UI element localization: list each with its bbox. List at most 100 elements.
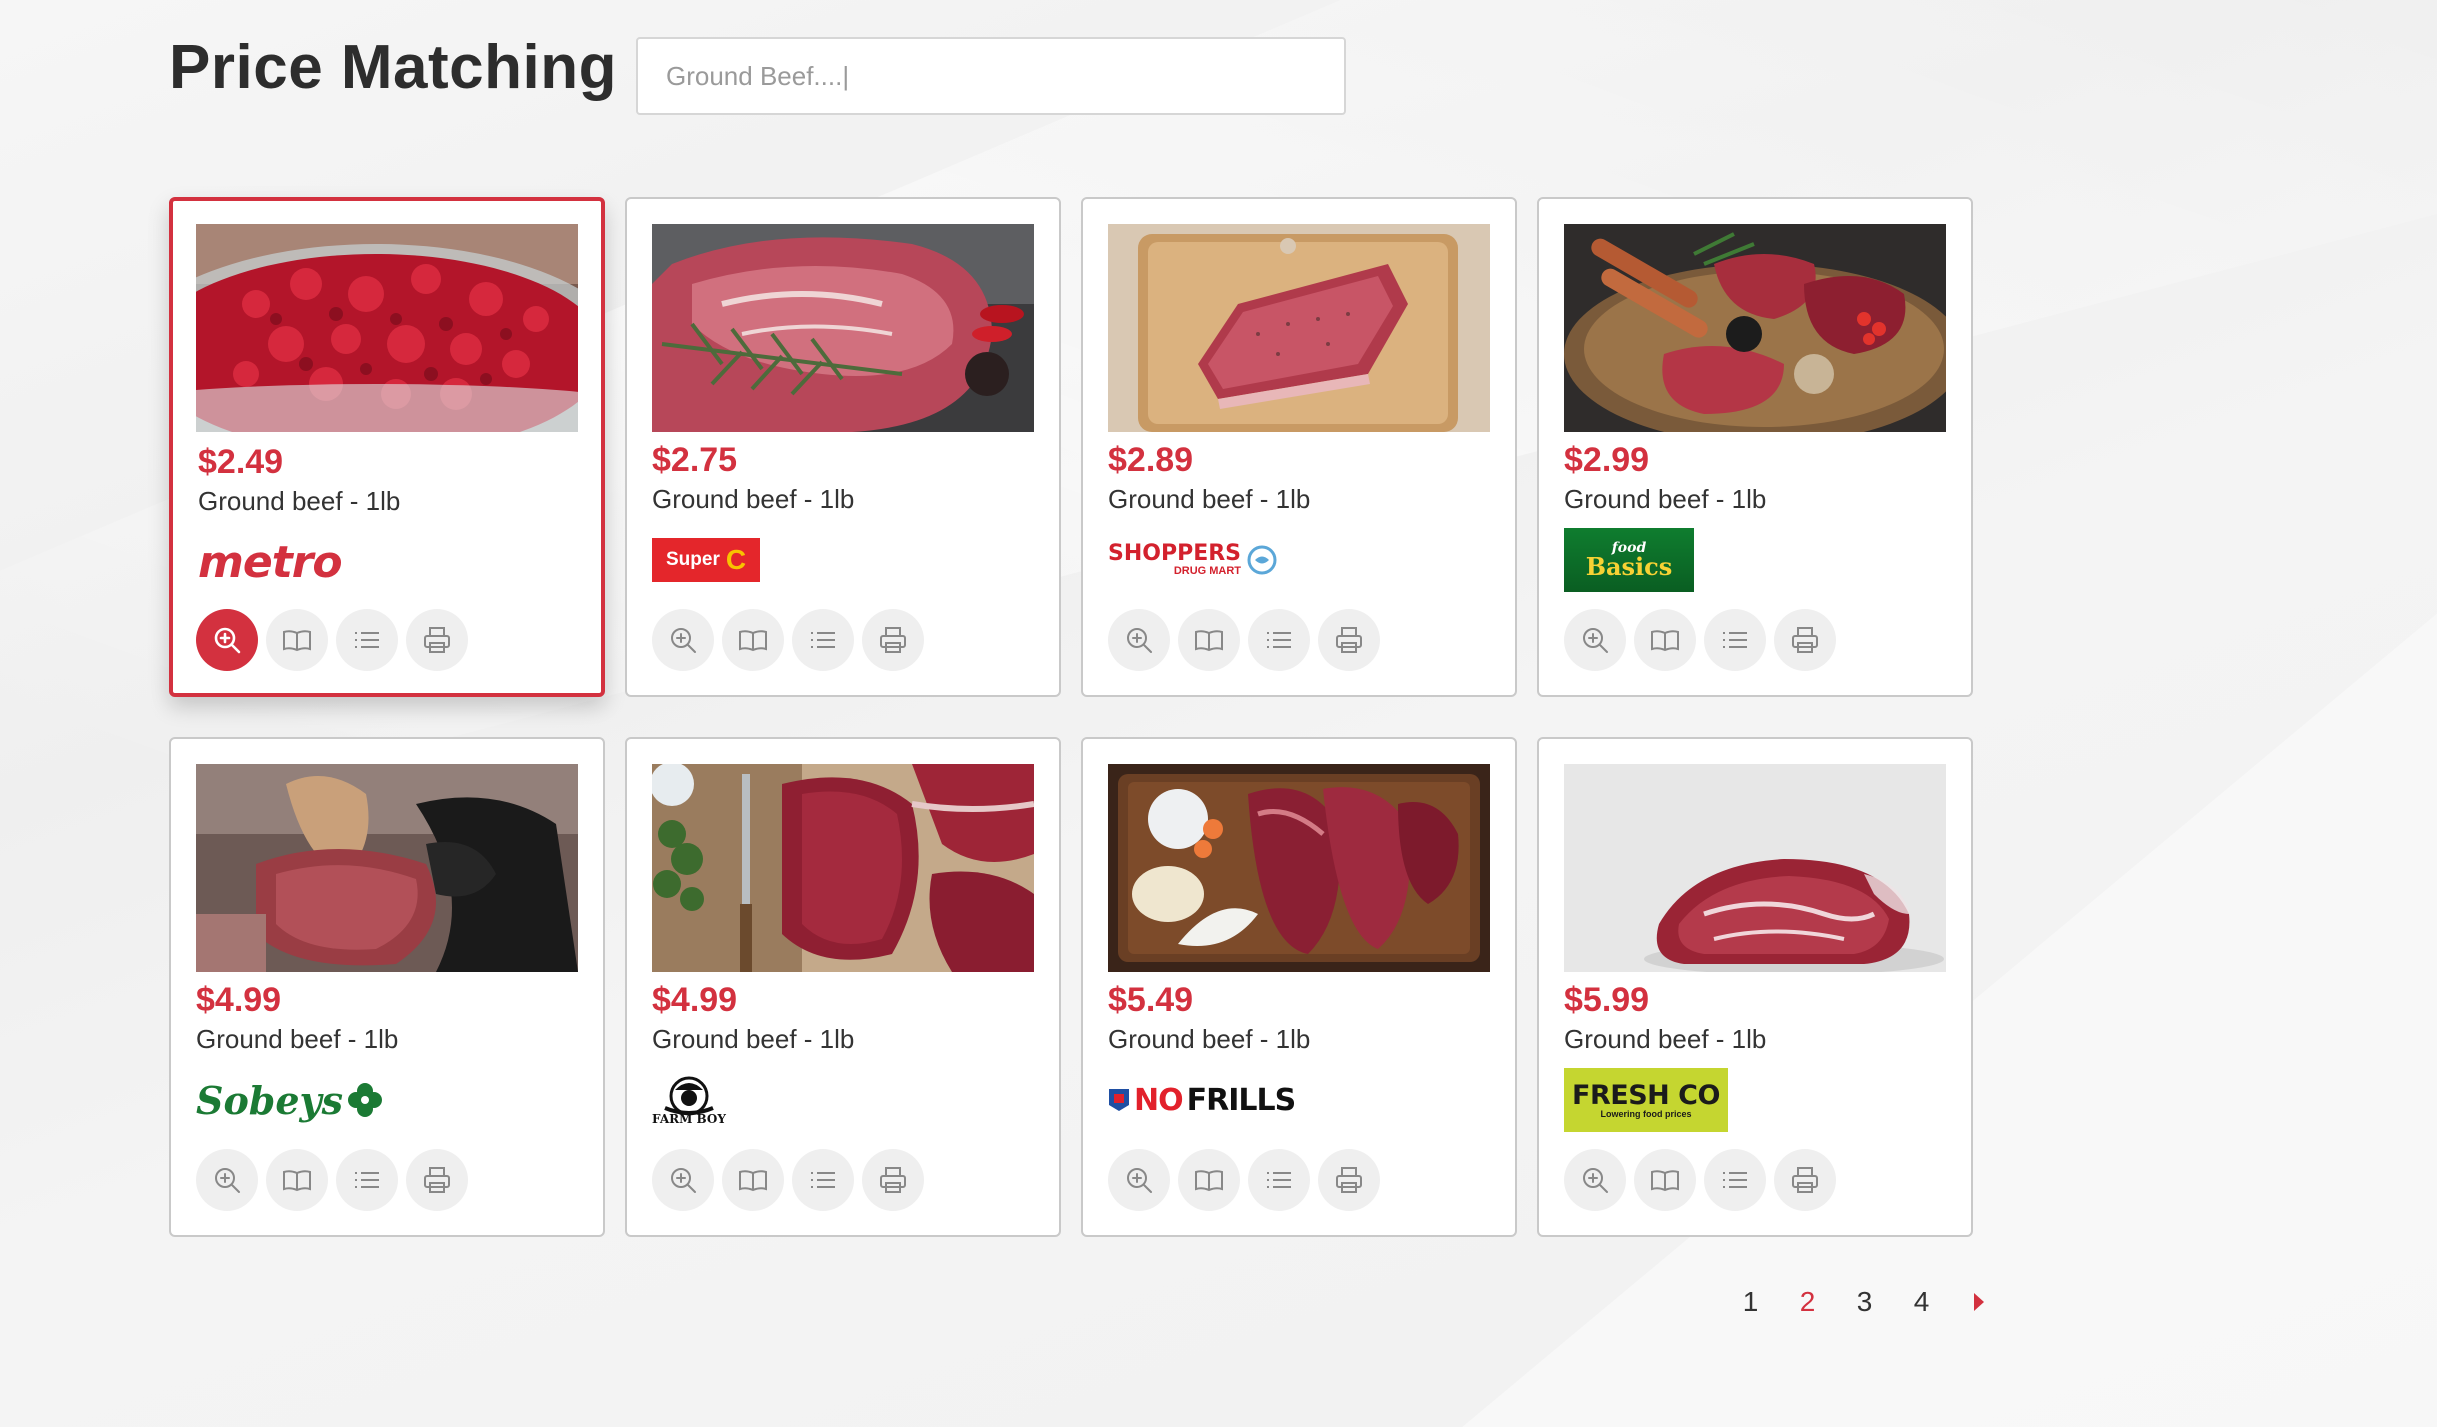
print-icon (1336, 627, 1362, 653)
product-image (1108, 224, 1490, 432)
zoom-in-button[interactable] (196, 1149, 258, 1211)
card-actions (196, 609, 468, 671)
product-card[interactable]: $5.49 Ground beef - 1lb NO FRILLS (1081, 737, 1517, 1237)
details-button[interactable] (266, 1149, 328, 1211)
print-button[interactable] (406, 609, 468, 671)
product-price: $2.75 (652, 441, 738, 479)
print-button[interactable] (1318, 1149, 1380, 1211)
zoom-in-button[interactable] (1108, 609, 1170, 671)
print-button[interactable] (1774, 609, 1836, 671)
print-icon (1336, 1167, 1362, 1193)
product-card[interactable]: $5.99 Ground beef - 1lb FRESH CO Lowerin… (1537, 737, 1973, 1237)
book-icon (283, 1170, 311, 1192)
page-link-3[interactable]: 3 (1836, 1286, 1893, 1318)
book-icon (1195, 1170, 1223, 1192)
product-price: $2.99 (1564, 441, 1650, 479)
store-logo-sobeys: Sobeys (196, 1067, 383, 1133)
zoom-in-icon (1583, 628, 1608, 653)
page-link-2[interactable]: 2 (1779, 1286, 1836, 1318)
product-card[interactable]: $2.75 Ground beef - 1lb Super C (625, 197, 1061, 697)
zoom-in-button[interactable] (652, 609, 714, 671)
details-button[interactable] (722, 609, 784, 671)
product-price: $5.49 (1108, 981, 1194, 1019)
card-actions (1564, 609, 1836, 671)
zoom-in-icon (671, 628, 696, 653)
product-card[interactable]: $4.99 Ground beef - 1lb Sobeys (169, 737, 605, 1237)
search-input[interactable] (636, 37, 1346, 115)
product-card[interactable]: $4.99 Ground beef - 1lb FARM BOY (625, 737, 1061, 1237)
zoom-in-icon (214, 627, 241, 654)
add-to-list-button[interactable] (336, 1149, 398, 1211)
add-to-list-button[interactable] (1248, 1149, 1310, 1211)
product-name: Ground beef - 1lb (1108, 484, 1311, 514)
page-link-1[interactable]: 1 (1722, 1286, 1779, 1318)
details-button[interactable] (1178, 1149, 1240, 1211)
product-image (1564, 224, 1946, 432)
product-name: Ground beef - 1lb (652, 484, 855, 514)
product-image (1108, 764, 1490, 972)
product-card[interactable]: $2.49 Ground beef - 1lb metro (169, 197, 605, 697)
zoom-in-icon (1127, 1168, 1152, 1193)
store-logo-metro: metro (198, 536, 343, 588)
print-button[interactable] (1774, 1149, 1836, 1211)
product-name: Ground beef - 1lb (1564, 1024, 1767, 1054)
details-button[interactable] (266, 609, 328, 671)
card-actions (1564, 1149, 1836, 1211)
list-icon (1723, 632, 1747, 648)
card-actions (196, 1149, 468, 1211)
product-image (1564, 764, 1946, 972)
product-price: $5.99 (1564, 981, 1650, 1019)
product-price: $4.99 (196, 981, 282, 1019)
product-image (652, 764, 1034, 972)
product-card[interactable]: $2.89 Ground beef - 1lb SHOPPERS DRUG MA… (1081, 197, 1517, 697)
zoom-in-icon (1127, 628, 1152, 653)
details-button[interactable] (1178, 609, 1240, 671)
zoom-in-button[interactable] (652, 1149, 714, 1211)
add-to-list-button[interactable] (336, 609, 398, 671)
print-icon (424, 1167, 450, 1193)
card-actions (1108, 1149, 1380, 1211)
product-name: Ground beef - 1lb (652, 1024, 855, 1054)
print-icon (880, 627, 906, 653)
add-to-list-button[interactable] (1704, 609, 1766, 671)
caret-right-icon (1973, 1293, 1984, 1311)
page-title: Price Matching (169, 33, 617, 102)
product-image (196, 764, 578, 972)
print-button[interactable] (1318, 609, 1380, 671)
list-icon (355, 632, 379, 648)
zoom-in-button[interactable] (1564, 1149, 1626, 1211)
details-button[interactable] (1634, 609, 1696, 671)
zoom-in-button[interactable] (1108, 1149, 1170, 1211)
product-image (652, 224, 1034, 432)
product-name: Ground beef - 1lb (1564, 484, 1767, 514)
next-page-button[interactable] (1950, 1290, 2007, 1314)
pagination: 1 2 3 4 (1722, 1286, 2007, 1318)
zoom-in-button[interactable] (196, 609, 258, 671)
zoom-in-button[interactable] (1564, 609, 1626, 671)
product-price: $2.49 (198, 443, 284, 481)
add-to-list-button[interactable] (1248, 609, 1310, 671)
product-name: Ground beef - 1lb (196, 1024, 399, 1054)
list-icon (1267, 1172, 1291, 1188)
store-logo-super-c: Super C (652, 527, 761, 593)
product-name: Ground beef - 1lb (198, 486, 401, 516)
print-icon (1792, 1167, 1818, 1193)
print-button[interactable] (862, 1149, 924, 1211)
card-actions (1108, 609, 1380, 671)
book-icon (1195, 630, 1223, 652)
list-icon (811, 632, 835, 648)
list-icon (1723, 1172, 1747, 1188)
page-link-4[interactable]: 4 (1893, 1286, 1950, 1318)
product-card[interactable]: $2.99 Ground beef - 1lb food Basics (1537, 197, 1973, 697)
print-icon (1792, 627, 1818, 653)
product-grid: $2.49 Ground beef - 1lb metro $2.75 Grou… (169, 197, 1973, 1237)
zoom-in-icon (671, 1168, 696, 1193)
print-button[interactable] (406, 1149, 468, 1211)
details-button[interactable] (722, 1149, 784, 1211)
zoom-in-icon (215, 1168, 240, 1193)
add-to-list-button[interactable] (1704, 1149, 1766, 1211)
add-to-list-button[interactable] (792, 1149, 854, 1211)
print-button[interactable] (862, 609, 924, 671)
details-button[interactable] (1634, 1149, 1696, 1211)
add-to-list-button[interactable] (792, 609, 854, 671)
